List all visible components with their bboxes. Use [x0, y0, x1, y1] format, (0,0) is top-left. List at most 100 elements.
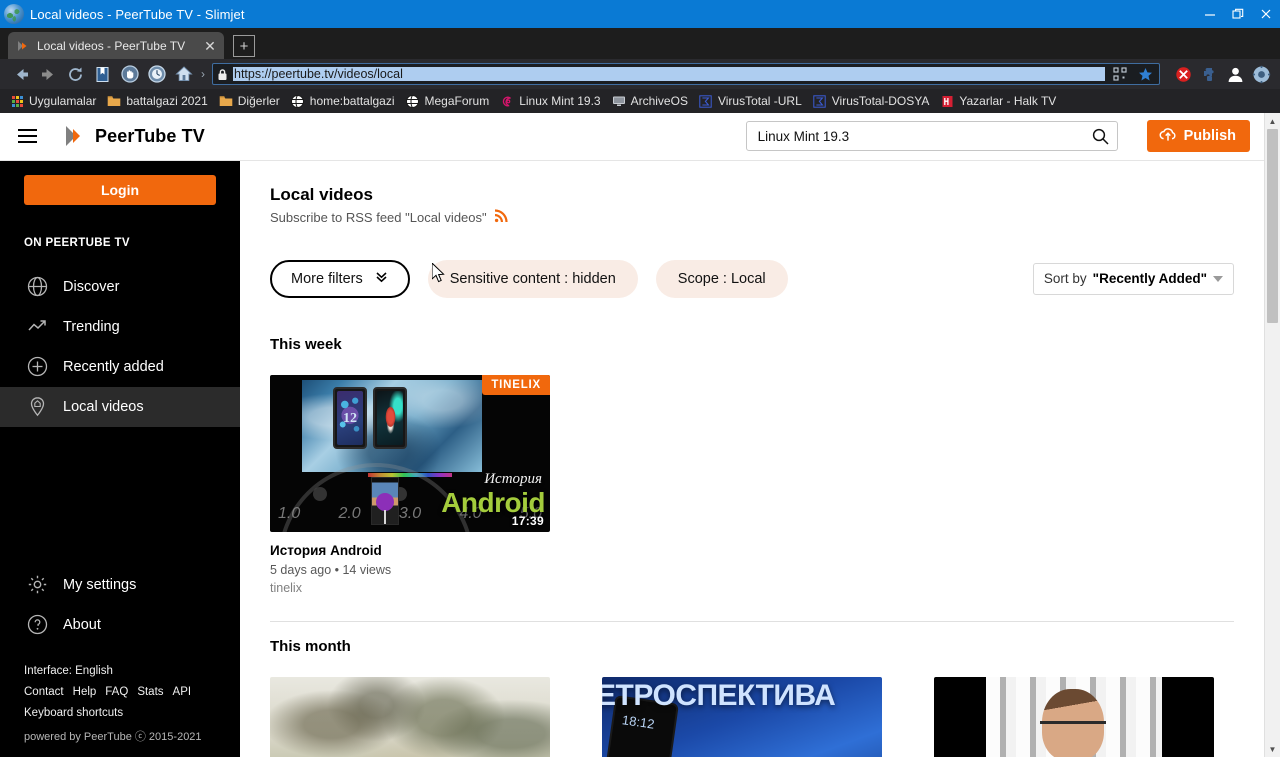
lock-icon: [217, 68, 228, 81]
more-filters-button[interactable]: More filters: [270, 259, 410, 298]
hand-icon[interactable]: [116, 61, 143, 87]
debian-icon: [500, 94, 514, 108]
video-thumbnail[interactable]: 12 1.0 2.0 3.0 4.0 5.0 История Android T…: [270, 374, 550, 532]
bookmark-archiveos[interactable]: ArchiveOS: [608, 91, 695, 111]
login-button[interactable]: Login: [24, 174, 216, 205]
bookmark-folder-digerler[interactable]: Diğerler: [215, 91, 287, 111]
footer-link-help[interactable]: Help: [73, 682, 97, 703]
map-pin-icon: [26, 396, 48, 418]
sidebar-item-about[interactable]: About: [0, 605, 240, 645]
maximize-restore-button[interactable]: [1224, 0, 1252, 28]
bookmark-label: Uygulamalar: [29, 94, 97, 108]
scrollbar-thumb[interactable]: [1267, 129, 1278, 323]
sidebar-item-label: My settings: [63, 576, 137, 593]
browser-tab[interactable]: Local videos - PeerTube TV ✕: [8, 32, 224, 59]
peertube-favicon: [16, 39, 30, 53]
scroll-up-arrow-icon[interactable]: ▲: [1265, 113, 1280, 129]
bookmark-virustotal-url[interactable]: VirusTotal -URL: [695, 91, 809, 111]
back-icon[interactable]: [8, 61, 35, 87]
forward-icon[interactable]: [35, 61, 62, 87]
section-divider: [270, 620, 1234, 622]
tab-close-icon[interactable]: ✕: [202, 38, 218, 54]
video-card[interactable]: 12 1.0 2.0 3.0 4.0 5.0 История Android T…: [270, 374, 550, 595]
peertube-logo-icon: [64, 124, 86, 148]
close-button[interactable]: [1252, 0, 1280, 28]
sidebar-item-trending[interactable]: Trending: [0, 307, 240, 347]
question-circle-icon: [26, 614, 48, 636]
sidebar-item-recently-added[interactable]: Recently added: [0, 347, 240, 387]
search-icon[interactable]: [1092, 128, 1109, 145]
section-title-this-week: This week: [270, 335, 342, 353]
globe-icon: [406, 94, 420, 108]
footer-link-keyboard-shortcuts[interactable]: Keyboard shortcuts: [24, 703, 240, 724]
interface-language: Interface: English: [24, 664, 113, 677]
footer-link-faq[interactable]: FAQ: [105, 682, 128, 703]
gear-icon: [26, 574, 48, 596]
toolbar-overflow-icon[interactable]: ›: [197, 67, 209, 81]
video-thumbnail[interactable]: ЕТРОСПЕКТИВА: [602, 676, 882, 757]
bookmarks-bar: Uygulamalar battalgazi 2021 Diğerler hom…: [0, 89, 1280, 113]
star-bookmark-icon[interactable]: [1135, 67, 1155, 82]
scroll-down-arrow-icon[interactable]: ▼: [1265, 741, 1280, 757]
hamburger-icon[interactable]: [18, 122, 46, 150]
bookmark-linux-mint[interactable]: Linux Mint 19.3: [496, 91, 607, 111]
video-card[interactable]: [934, 676, 1214, 757]
rss-icon[interactable]: [494, 209, 508, 226]
section-title-this-month: This month: [270, 637, 351, 655]
bookmark-label: home:battalgazi: [309, 94, 395, 108]
video-channel[interactable]: tinelix: [270, 581, 550, 595]
footer-link-stats[interactable]: Stats: [137, 682, 163, 703]
home-icon[interactable]: [170, 61, 197, 87]
history-clock-icon[interactable]: [143, 61, 170, 87]
sort-value: "Recently Added": [1092, 271, 1207, 287]
video-card[interactable]: [270, 676, 550, 757]
page-scrollbar[interactable]: ▲ ▼: [1264, 113, 1280, 757]
sidebar-item-my-settings[interactable]: My settings: [0, 565, 240, 605]
bookmark-folder-battalgazi[interactable]: battalgazi 2021: [103, 91, 214, 111]
profile-avatar-icon[interactable]: [1224, 63, 1246, 85]
bookmark-label: VirusTotal -URL: [717, 94, 802, 108]
main-content: Local videos Subscribe to RSS feed "Loca…: [240, 160, 1264, 757]
scale-tick: 2.0: [338, 504, 361, 522]
bookmark-megaforum[interactable]: MegaForum: [402, 91, 497, 111]
bookmark-virustotal-dosya[interactable]: VirusTotal-DOSYA: [809, 91, 937, 111]
extension-icons: [1164, 63, 1272, 85]
halk-icon: [940, 94, 954, 108]
minimize-button[interactable]: [1196, 0, 1224, 28]
peertube-header: PeerTube TV Publish: [0, 113, 1264, 161]
url-text[interactable]: https://peertube.tv/videos/local: [233, 67, 1105, 81]
bookmark-label: MegaForum: [424, 94, 490, 108]
publish-button[interactable]: Publish: [1146, 120, 1250, 153]
sidebar-footer: Interface: English Contact Help FAQ Stat…: [0, 645, 240, 747]
adblock-icon[interactable]: [1172, 63, 1194, 85]
reload-icon[interactable]: [62, 61, 89, 87]
brand-logo[interactable]: PeerTube TV: [64, 124, 205, 148]
footer-link-contact[interactable]: Contact: [24, 682, 64, 703]
rss-subscribe-line[interactable]: Subscribe to RSS feed "Local videos": [270, 209, 1234, 226]
rss-subscribe-label: Subscribe to RSS feed "Local videos": [270, 209, 487, 225]
new-tab-button[interactable]: +: [233, 35, 255, 57]
video-card[interactable]: ЕТРОСПЕКТИВА: [602, 676, 882, 757]
search-input[interactable]: [757, 128, 1092, 144]
bookmark-yazarlar-halk-tv[interactable]: Yazarlar - Halk TV: [936, 91, 1063, 111]
bookmark-icon[interactable]: [89, 61, 116, 87]
video-title[interactable]: История Android: [270, 543, 550, 558]
filter-pill-sensitive-content[interactable]: Sensitive content : hidden: [427, 259, 638, 298]
video-thumbnail[interactable]: [270, 676, 550, 757]
puzzle-extension-icon[interactable]: [1198, 63, 1220, 85]
sidebar: Login ON PEERTUBE TV Discover Trending R…: [0, 160, 240, 757]
bookmark-home-battalgazi[interactable]: home:battalgazi: [287, 91, 402, 111]
sidebar-item-label: Recently added: [63, 358, 164, 375]
footer-link-api[interactable]: API: [173, 682, 192, 703]
settings-gear-icon[interactable]: [1250, 63, 1272, 85]
filter-pill-scope[interactable]: Scope : Local: [655, 259, 788, 298]
qr-code-icon[interactable]: [1110, 67, 1130, 81]
tab-label: Local videos - PeerTube TV: [37, 38, 186, 53]
video-thumbnail[interactable]: [934, 676, 1214, 757]
bookmark-apps[interactable]: Uygulamalar: [6, 91, 103, 111]
sort-dropdown[interactable]: Sort by "Recently Added": [1032, 262, 1234, 295]
address-bar[interactable]: https://peertube.tv/videos/local: [212, 63, 1160, 85]
sidebar-item-discover[interactable]: Discover: [0, 267, 240, 307]
sidebar-item-local-videos[interactable]: Local videos: [0, 386, 240, 427]
search-box[interactable]: [745, 121, 1118, 152]
